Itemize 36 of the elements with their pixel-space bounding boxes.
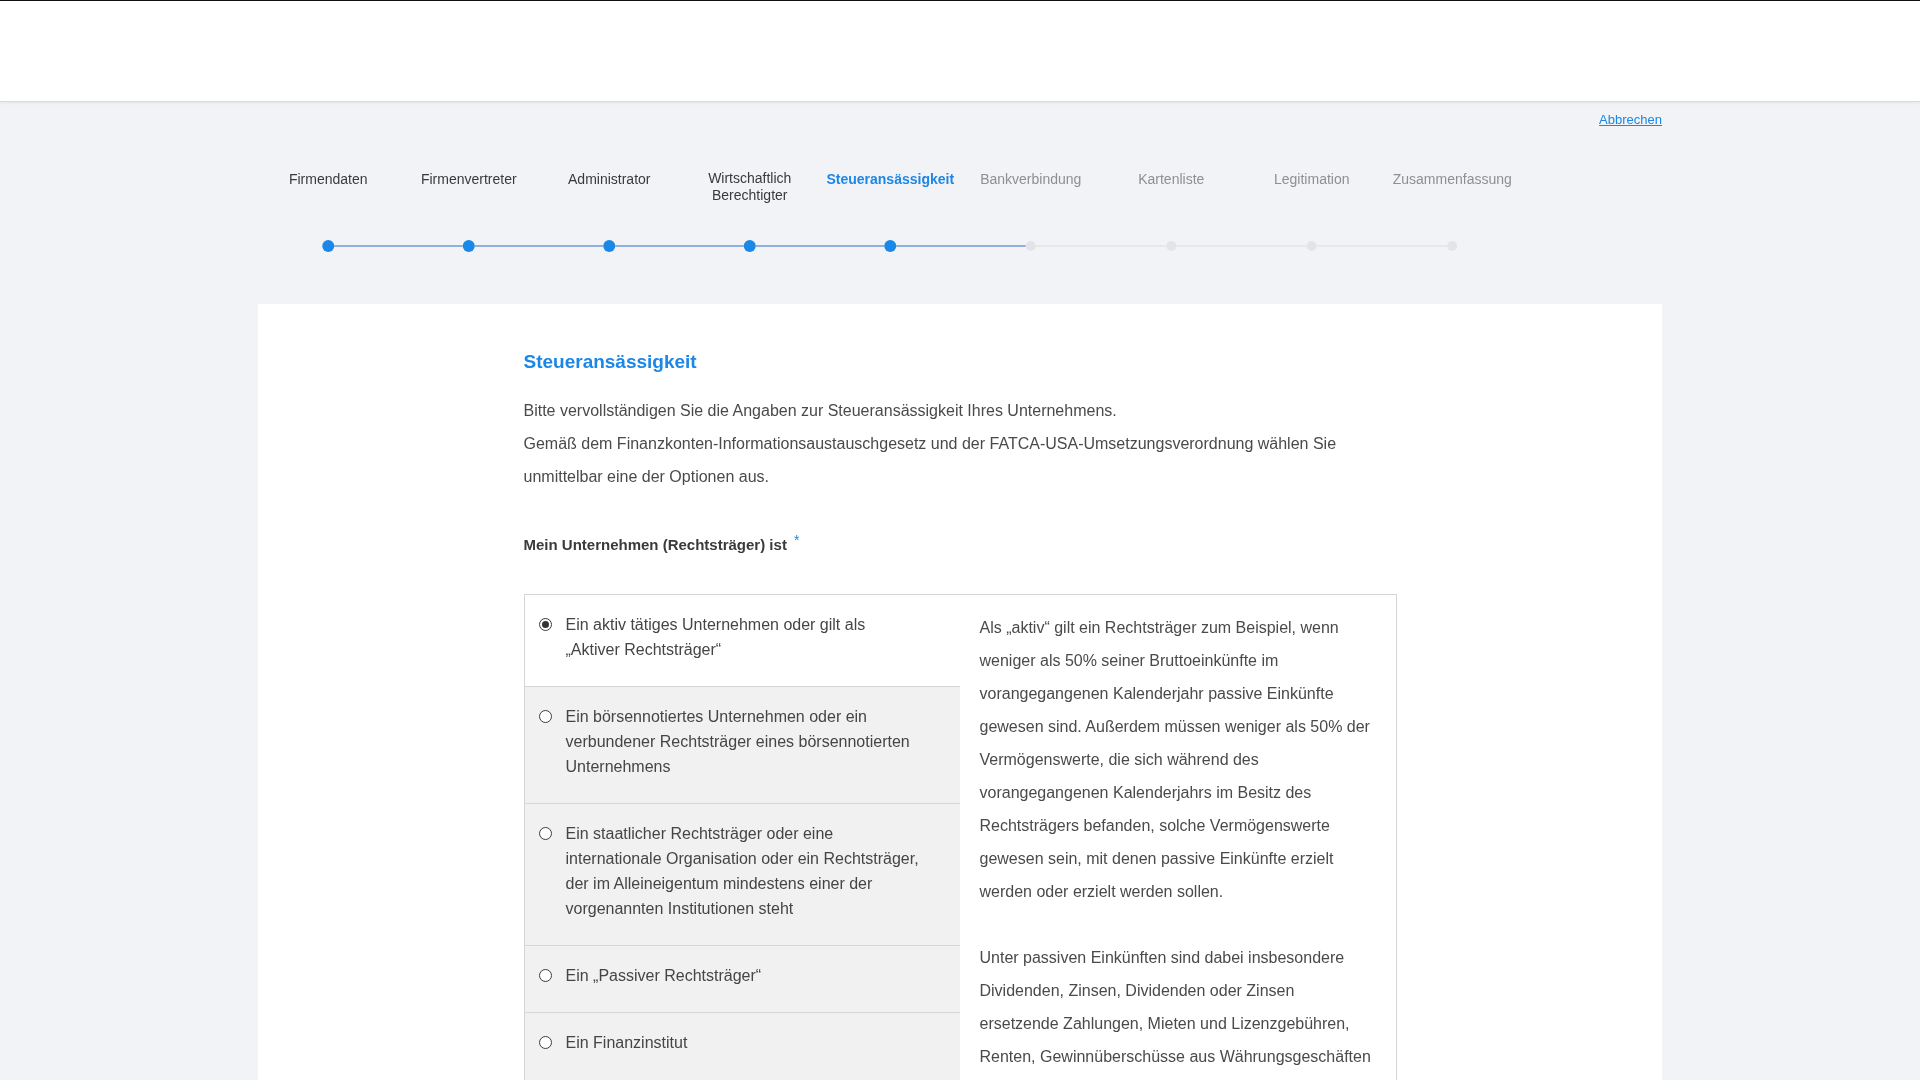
- option-label: Ein börsennotiertes Unternehmen oder ein verbundener Rechtsträger eines börsennotierten Unternehmens: [565, 707, 911, 777]
- info-text: Als „aktiv“ gilt ein Rechtsträger zum Beispiel, wenn weniger als 50% seiner Bruttoeinkünfte im vorangegangenen Kalenderjahr passive Einkünfte gewesen sind. Außerdem müssen weniger als 50% der Vermögenswerte, die sich während des vorangegangenen Kalenderjahrs im Besitz des Rechtsträgers befanden, solche Vermögenswerte gewesen sein, mit denen passive Einkünfte erzielt werden oder erzielt werden sollen.: [979, 618, 1371, 902]
- step-dot-icon: [462, 240, 475, 252]
- radio-button[interactable]: [538, 710, 552, 723]
- step-dot-icon: [743, 240, 756, 252]
- option-label: Ein staatlicher Rechtsträger oder eine internationale Organisation oder ein Rechtsträger, der im Alleineigentum mindestens einer der vorgenannten Institutionen steht: [565, 824, 920, 919]
- step-label: Bankverbindung: [980, 171, 1082, 188]
- section-title: Steueransässigkeit: [523, 350, 697, 374]
- step-label[interactable]: Firmendaten: [288, 171, 368, 188]
- option-label: Ein „Passiver Rechtsträger“: [565, 966, 762, 986]
- radio-button[interactable]: [538, 618, 552, 631]
- step-label[interactable]: Firmenvertreter: [420, 171, 517, 188]
- step-label: Zusammenfassung: [1392, 171, 1512, 188]
- question-label: Mein Unternehmen (Rechtsträger) ist: [523, 535, 787, 555]
- step-label: Legitimation: [1274, 171, 1350, 188]
- radio-button[interactable]: [538, 827, 552, 840]
- option-row[interactable]: Ein Finanzinstitut: [524, 1013, 960, 1080]
- radio-button[interactable]: [538, 969, 552, 982]
- intro-text: Gemäß dem Finanzkonten-Informationsaustauschgesetz und der FATCA-USA-Umsetzungsverordnung wählen Sie unmittelbar eine der Optionen aus.: [523, 434, 1338, 487]
- info-text: Unter passiven Einkünften sind dabei insbesondere Dividenden, Zinsen, Dividenden oder Zinsen ersetzende Zahlungen, Mieten und Lizenzgebühren, Renten, Gewinnüberschüsse aus Währungsgeschäften: [979, 948, 1372, 1067]
- step-dot-icon: [322, 240, 335, 252]
- intro-text: Bitte vervollständigen Sie die Angaben zur Steueransässigkeit Ihres Unternehmens.: [523, 401, 1118, 421]
- option-row[interactable]: Ein „Passiver Rechtsträger“: [524, 946, 960, 1013]
- step-label[interactable]: Administrator: [568, 171, 651, 188]
- step-dot-icon: [603, 240, 616, 252]
- step-dot-icon: [1025, 241, 1036, 251]
- step-label[interactable]: Wirtschaftlich Berechtigter: [681, 170, 818, 204]
- step-label: Steueransässigkeit: [826, 171, 955, 188]
- required-marker: *: [793, 533, 800, 547]
- step-label: Kartenliste: [1138, 171, 1205, 188]
- radio-button[interactable]: [538, 1036, 552, 1049]
- step-dot-icon: [884, 240, 897, 252]
- option-row[interactable]: Ein staatlicher Rechtsträger oder eine internationale Organisation oder ein Rechtsträger, der im Alleineigentum mindestens einer der vorgenannten Institutionen steht: [524, 804, 960, 946]
- option-label: Ein aktiv tätiges Unternehmen oder gilt als „Aktiver Rechtsträger“: [565, 615, 867, 660]
- option-label: Ein Finanzinstitut: [565, 1033, 688, 1053]
- option-row[interactable]: Ein börsennotiertes Unternehmen oder ein verbundener Rechtsträger eines börsennotierten Unternehmens: [524, 687, 960, 804]
